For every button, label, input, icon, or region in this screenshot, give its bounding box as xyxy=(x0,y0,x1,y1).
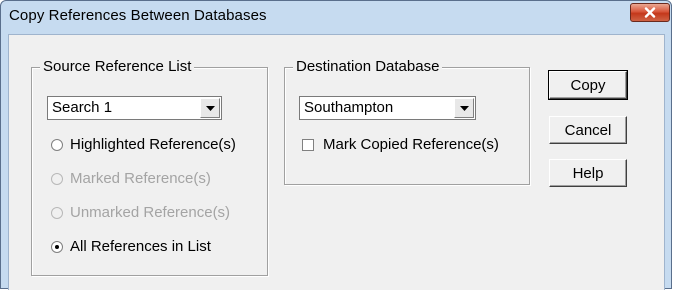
radio-button-icon[interactable] xyxy=(51,138,63,151)
close-button[interactable] xyxy=(630,3,670,22)
radio-highlighted-references[interactable]: Highlighted Reference(s) xyxy=(51,136,236,153)
title-bar[interactable]: Copy References Between Databases xyxy=(1,1,671,33)
source-list-dropdown[interactable]: Search 1 xyxy=(47,96,222,120)
dialog-window: Copy References Between Databases Source… xyxy=(0,0,672,290)
destination-database-dropdown[interactable]: Southampton xyxy=(299,96,476,120)
radio-button-icon[interactable] xyxy=(51,240,63,253)
source-group-label: Source Reference List xyxy=(40,58,195,76)
destination-database-group: Destination Database Southampton Mark Co… xyxy=(284,58,530,185)
dialog-client-area: Source Reference List Search 1 Highlight… xyxy=(8,34,665,290)
destination-group-label: Destination Database xyxy=(293,58,443,76)
help-button[interactable]: Help xyxy=(549,159,627,187)
radio-label: All References in List xyxy=(70,238,211,255)
cancel-button[interactable]: Cancel xyxy=(549,116,627,144)
checkbox-label: Mark Copied Reference(s) xyxy=(323,136,499,153)
copy-button[interactable]: Copy xyxy=(548,70,628,100)
radio-button-icon[interactable] xyxy=(51,206,63,219)
radio-unmarked-references[interactable]: Unmarked Reference(s) xyxy=(51,204,230,221)
source-list-value: Search 1 xyxy=(52,99,113,116)
window-title: Copy References Between Databases xyxy=(9,7,267,24)
radio-marked-references[interactable]: Marked Reference(s) xyxy=(51,170,211,187)
mark-copied-references-checkbox[interactable]: Mark Copied Reference(s) xyxy=(302,136,499,153)
radio-label: Highlighted Reference(s) xyxy=(70,136,236,153)
chevron-down-icon[interactable] xyxy=(200,98,220,118)
checkbox-icon[interactable] xyxy=(302,138,314,151)
source-reference-list-group: Source Reference List Search 1 Highlight… xyxy=(31,58,268,276)
radio-selected-dot xyxy=(55,244,59,249)
close-icon xyxy=(644,7,656,18)
chevron-down-icon[interactable] xyxy=(454,98,474,118)
destination-database-value: Southampton xyxy=(304,99,394,116)
radio-label: Marked Reference(s) xyxy=(70,170,211,187)
radio-all-references[interactable]: All References in List xyxy=(51,238,211,255)
radio-button-icon[interactable] xyxy=(51,172,63,185)
radio-label: Unmarked Reference(s) xyxy=(70,204,231,221)
